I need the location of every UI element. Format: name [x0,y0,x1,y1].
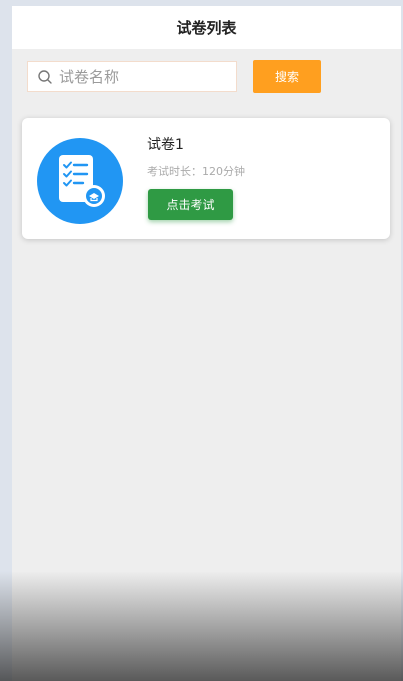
exam-paper-icon [37,138,123,224]
exam-duration: 考试时长：120分钟 [147,165,245,178]
search-icon [37,69,53,85]
app-screen: 试卷列表 搜索 [12,6,401,681]
page-title: 试卷列表 [176,19,237,37]
search-button[interactable]: 搜索 [253,60,321,93]
exam-name: 试卷1 [147,137,184,153]
search-box[interactable] [27,61,237,92]
start-exam-button[interactable]: 点击考试 [148,189,233,220]
exam-card: 试卷1 考试时长：120分钟 点击考试 [22,118,390,239]
search-input[interactable] [59,67,219,86]
page-header: 试卷列表 [12,6,401,49]
